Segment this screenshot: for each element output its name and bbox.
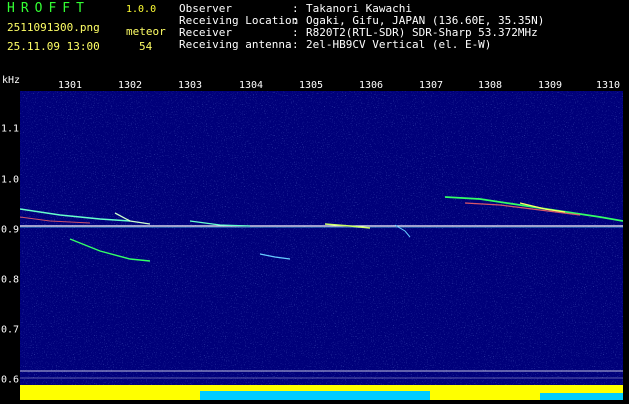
x-tick-label: 1302 (117, 80, 143, 91)
y-tick-label: 1.1 (1, 123, 20, 135)
spectrogram-plot (19, 91, 624, 400)
y-tick-label: 0.6 (1, 374, 20, 386)
app-version: 1.0.0 (126, 4, 157, 15)
y-tick-label: 1.0 (1, 174, 20, 186)
x-tick-label: 1307 (418, 80, 444, 91)
y-tick-label: 0.8 (1, 274, 20, 286)
station-info: Observer: Takanori Kawachi Receiving Loca… (179, 3, 544, 51)
info-key: Receiving antenna (179, 38, 292, 51)
x-tick-label: 1310 (595, 80, 621, 91)
file-name: 2511091300.png (7, 21, 100, 34)
x-tick-label: 1308 (477, 80, 503, 91)
y-tick-label: 0.9 (1, 224, 20, 236)
x-tick-label: 1306 (358, 80, 384, 91)
x-tick-label: 1305 (298, 80, 324, 91)
app-title: HROFFT (7, 1, 90, 16)
x-tick-label: 1303 (177, 80, 203, 91)
x-tick-label: 1304 (238, 80, 264, 91)
x-tick-label: 1301 (57, 80, 83, 91)
detection-count: 54 (139, 40, 153, 53)
noise-texture (20, 91, 623, 400)
y-axis-unit: kHz (2, 75, 21, 86)
info-value: 2el-HB9CV Vertical (el. E-W) (306, 38, 492, 51)
spectrogram-graphic (19, 91, 624, 400)
x-tick-label: 1309 (537, 80, 563, 91)
observation-datetime: 25.11.09 13:00 (7, 40, 100, 53)
power-bar-low (200, 391, 430, 400)
y-tick-label: 0.7 (1, 324, 20, 336)
info-colon: : (292, 38, 299, 51)
info-row-antenna: Receiving antenna: 2el-HB9CV Vertical (el… (179, 39, 544, 51)
detection-label: meteor (126, 25, 166, 38)
header-panel: HROFFT 1.0.0 2511091300.png 25.11.09 13:… (0, 0, 629, 76)
power-bar-low (540, 393, 623, 400)
